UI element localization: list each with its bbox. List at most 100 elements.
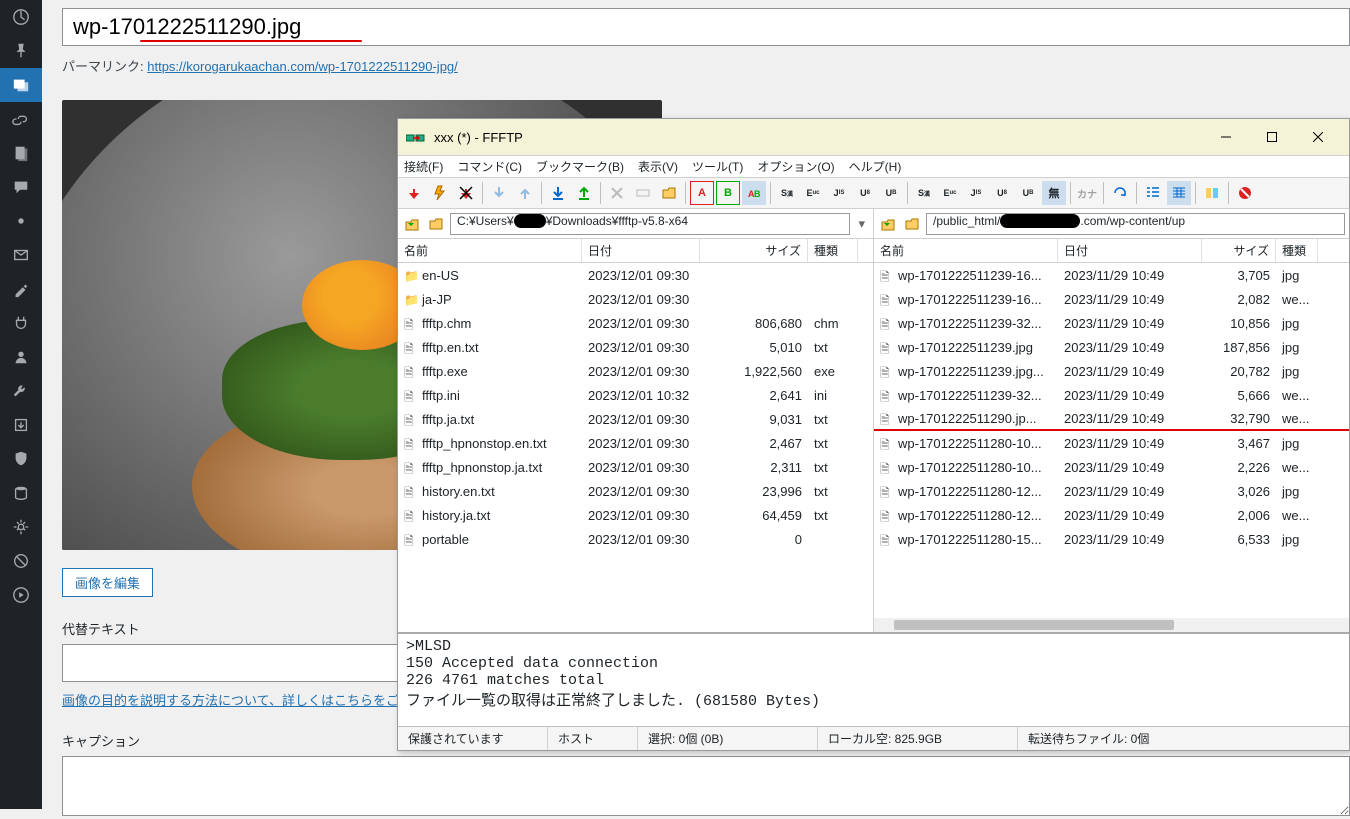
tb-refresh-icon[interactable] [1108, 181, 1132, 205]
file-row[interactable]: wp-1701222511290.jp...2023/11/29 10:4932… [874, 407, 1349, 431]
caption-input[interactable] [62, 756, 1350, 816]
tb-kana-icon[interactable]: カナ [1075, 181, 1099, 205]
permalink-url[interactable]: https://korogarukaachan.com/wp-170122251… [147, 59, 458, 74]
sidebar-import[interactable] [0, 408, 42, 442]
sidebar-links[interactable] [0, 102, 42, 136]
file-row[interactable]: wp-1701222511280-10...2023/11/29 10:492,… [874, 455, 1349, 479]
tb-abort-icon[interactable] [1233, 181, 1257, 205]
tb-detail-icon[interactable] [1167, 181, 1191, 205]
file-row[interactable]: wp-1701222511280-12...2023/11/29 10:493,… [874, 479, 1349, 503]
sidebar-media[interactable] [0, 68, 42, 102]
local-file-list[interactable]: en-US2023/12/01 09:30ja-JP2023/12/01 09:… [398, 263, 873, 632]
file-row[interactable]: en-US2023/12/01 09:30 [398, 263, 873, 287]
col-type[interactable]: 種類 [808, 239, 858, 262]
col-size[interactable]: サイズ [1202, 239, 1276, 262]
tb-utf8-icon[interactable]: U8 [853, 181, 877, 205]
remote-path-input[interactable]: /public_html/xxxxxxxxxxxx.com/wp-content… [926, 213, 1345, 235]
tb-connect-icon[interactable] [402, 181, 426, 205]
sidebar-appearance[interactable] [0, 272, 42, 306]
sidebar-dot[interactable] [0, 204, 42, 238]
col-name[interactable]: 名前 [398, 239, 582, 262]
local-path-input[interactable]: C:¥Users¥xxxx¥Downloads¥ffftp-v5.8-x64 [450, 213, 850, 235]
file-row[interactable]: ffftp_hpnonstop.en.txt2023/12/01 09:302,… [398, 431, 873, 455]
file-row[interactable]: ffftp.ja.txt2023/12/01 09:309,031txt [398, 407, 873, 431]
menu-bookmark[interactable]: ブックマーク(B) [536, 158, 624, 175]
minimize-button[interactable] [1203, 122, 1249, 152]
file-row[interactable]: ja-JP2023/12/01 09:30 [398, 287, 873, 311]
sidebar-db[interactable] [0, 476, 42, 510]
file-row[interactable]: ffftp.ini2023/12/01 10:322,641ini [398, 383, 873, 407]
file-row[interactable]: wp-1701222511280-15...2023/11/29 10:496,… [874, 527, 1349, 551]
tb-ascii-icon[interactable]: A [690, 181, 714, 205]
menu-tool[interactable]: ツール(T) [692, 158, 743, 175]
tb-sjis2-icon[interactable]: S漢 [912, 181, 936, 205]
file-row[interactable]: wp-1701222511239-16...2023/11/29 10:493,… [874, 263, 1349, 287]
file-row[interactable]: wp-1701222511280-10...2023/11/29 10:493,… [874, 431, 1349, 455]
col-name[interactable]: 名前 [874, 239, 1058, 262]
alt-help-link[interactable]: 画像の目的を説明する方法について、詳しくはこちらをご [62, 690, 399, 709]
menu-help[interactable]: ヘルプ(H) [849, 158, 902, 175]
sidebar-pin[interactable] [0, 34, 42, 68]
tb-mirror-up-icon[interactable] [572, 181, 596, 205]
file-row[interactable]: ffftp.exe2023/12/01 09:301,922,560exe [398, 359, 873, 383]
tb-utf8b-icon[interactable]: UB [879, 181, 903, 205]
tb-noconv-icon[interactable]: 無 [1042, 181, 1066, 205]
local-open-icon[interactable] [426, 214, 446, 234]
file-row[interactable]: wp-1701222511239-32...2023/11/29 10:4910… [874, 311, 1349, 335]
menu-connect[interactable]: 接続(F) [404, 158, 443, 175]
sidebar-ban[interactable] [0, 544, 42, 578]
tb-upload-icon[interactable] [513, 181, 537, 205]
sidebar-plugins[interactable] [0, 306, 42, 340]
sidebar-pages[interactable] [0, 136, 42, 170]
file-row[interactable]: ffftp.chm2023/12/01 09:30806,680chm [398, 311, 873, 335]
tb-delete-icon[interactable] [605, 181, 629, 205]
local-up-icon[interactable] [402, 214, 422, 234]
tb-auto-icon[interactable]: AB [742, 181, 766, 205]
tb-jis-icon[interactable]: JIS [827, 181, 851, 205]
tb-utf82-icon[interactable]: U8 [990, 181, 1014, 205]
tb-quick-icon[interactable] [428, 181, 452, 205]
menu-option[interactable]: オプション(O) [757, 158, 834, 175]
col-type[interactable]: 種類 [1276, 239, 1318, 262]
sidebar-dashboard[interactable] [0, 0, 42, 34]
sidebar-comments[interactable] [0, 170, 42, 204]
remote-hscroll[interactable] [874, 618, 1349, 632]
tb-rename-icon[interactable] [631, 181, 655, 205]
file-row[interactable]: history.ja.txt2023/12/01 09:3064,459txt [398, 503, 873, 527]
col-size[interactable]: サイズ [700, 239, 808, 262]
col-date[interactable]: 日付 [1058, 239, 1202, 262]
sidebar-mail[interactable] [0, 238, 42, 272]
tb-euc2-icon[interactable]: Euc [938, 181, 962, 205]
ffftp-log[interactable]: >MLSD 150 Accepted data connection 226 4… [398, 632, 1349, 726]
file-row[interactable]: wp-1701222511239-16...2023/11/29 10:492,… [874, 287, 1349, 311]
col-date[interactable]: 日付 [582, 239, 700, 262]
tb-binary-icon[interactable]: B [716, 181, 740, 205]
menu-command[interactable]: コマンド(C) [457, 158, 522, 175]
tb-download-icon[interactable] [487, 181, 511, 205]
remote-file-list[interactable]: wp-1701222511239-16...2023/11/29 10:493,… [874, 263, 1349, 618]
close-button[interactable] [1295, 122, 1341, 152]
tb-jis2-icon[interactable]: JIS [964, 181, 988, 205]
file-row[interactable]: portable2023/12/01 09:300 [398, 527, 873, 551]
file-row[interactable]: ffftp.en.txt2023/12/01 09:305,010txt [398, 335, 873, 359]
sidebar-shield[interactable] [0, 442, 42, 476]
tb-mirror-down-icon[interactable] [546, 181, 570, 205]
file-row[interactable]: wp-1701222511280-12...2023/11/29 10:492,… [874, 503, 1349, 527]
tb-disconnect-icon[interactable] [454, 181, 478, 205]
tb-list-icon[interactable] [1141, 181, 1165, 205]
ffftp-titlebar[interactable]: xxx (*) - FFFTP [398, 119, 1349, 155]
remote-up-icon[interactable] [878, 214, 898, 234]
tb-sjis-icon[interactable]: S漢 [775, 181, 799, 205]
tb-euc-icon[interactable]: Euc [801, 181, 825, 205]
file-row[interactable]: ffftp_hpnonstop.ja.txt2023/12/01 09:302,… [398, 455, 873, 479]
file-row[interactable]: history.en.txt2023/12/01 09:3023,996txt [398, 479, 873, 503]
tb-utf8b2-icon[interactable]: UB [1016, 181, 1040, 205]
sidebar-play[interactable] [0, 578, 42, 612]
file-row[interactable]: wp-1701222511239.jpg...2023/11/29 10:492… [874, 359, 1349, 383]
local-dropdown-icon[interactable]: ▾ [854, 216, 869, 232]
maximize-button[interactable] [1249, 122, 1295, 152]
tb-sync-icon[interactable] [1200, 181, 1224, 205]
edit-image-button[interactable]: 画像を編集 [62, 568, 153, 597]
file-row[interactable]: wp-1701222511239-32...2023/11/29 10:495,… [874, 383, 1349, 407]
sidebar-users[interactable] [0, 340, 42, 374]
